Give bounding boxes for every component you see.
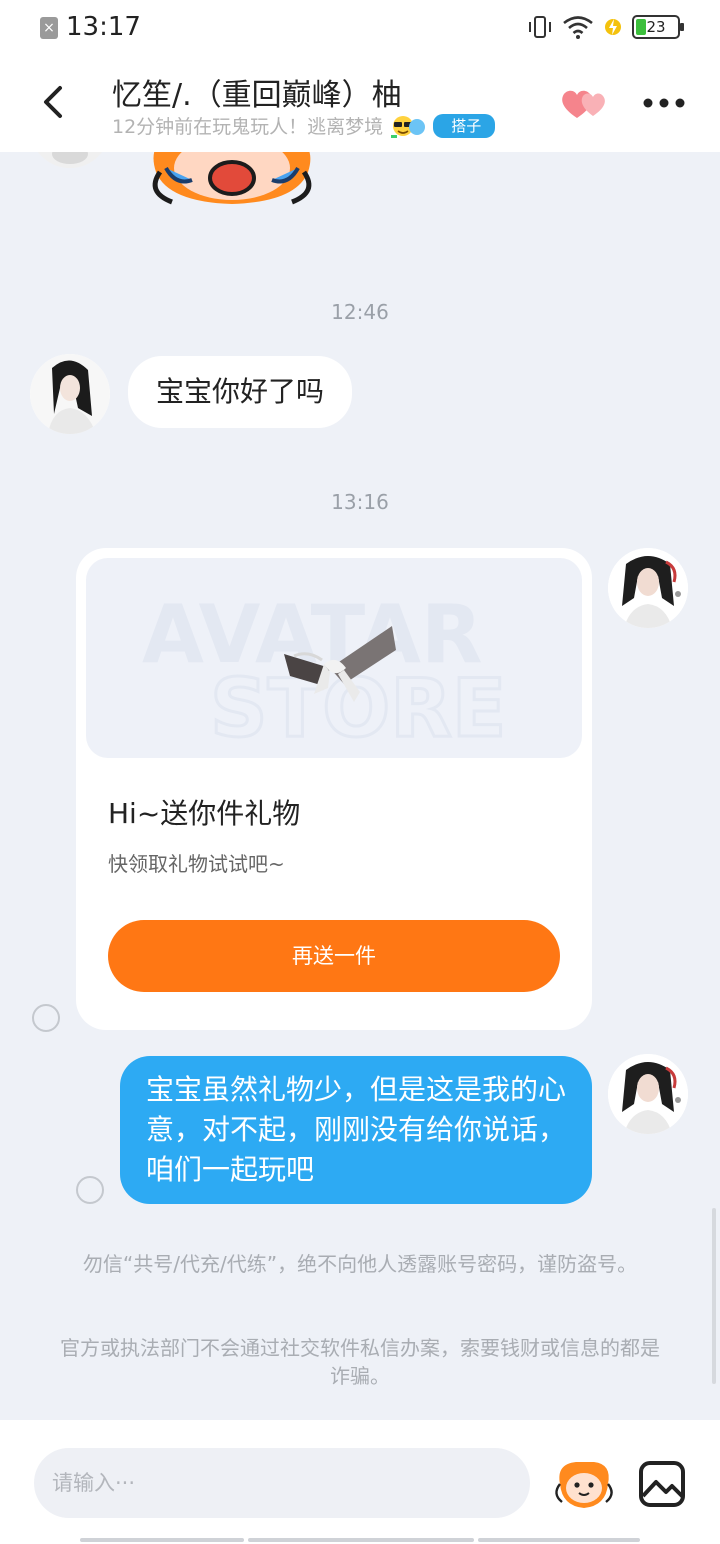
contact-status: 12分钟前在玩鬼玩人！逃离梦境 [112, 116, 384, 138]
back-arrow-icon[interactable] [36, 82, 72, 122]
select-radio[interactable] [76, 1176, 104, 1204]
avatar-image [30, 152, 110, 168]
status-icons: 23 [528, 14, 684, 40]
input-bar [0, 1420, 720, 1544]
gesture-bar [248, 1538, 474, 1542]
gesture-bar [80, 1538, 244, 1542]
user-avatar-image [608, 548, 688, 628]
sunglasses-emoji-icon [391, 115, 426, 138]
contact-name: 忆笙/.（重回巅峰）柚 [112, 78, 402, 113]
status-bar: × 13:17 23 [0, 0, 720, 56]
outgoing-message[interactable]: 宝宝虽然礼物少，但是这是我的心意，对不起，刚刚没有给你说话，咱们一起玩吧 [120, 1056, 592, 1204]
crying-sticker [152, 152, 312, 205]
more-icon[interactable] [642, 96, 686, 110]
contact-status-row: 12分钟前在玩鬼玩人！逃离梦境 搭子 [112, 112, 496, 139]
hearts-icon[interactable] [560, 86, 610, 122]
message-timestamp: 13:16 [331, 490, 389, 514]
contact-avatar-image [30, 354, 110, 434]
contact-avatar[interactable] [30, 152, 110, 168]
battery-level: 23 [646, 18, 666, 36]
avatar-store-watermark: AVATAR STORE [142, 588, 508, 757]
image-icon[interactable] [636, 1458, 688, 1510]
contact-avatar[interactable] [30, 354, 110, 434]
user-avatar-image [608, 1054, 688, 1134]
send-another-gift-button[interactable]: 再送一件 [108, 920, 560, 992]
partner-tag: 搭子 [433, 113, 496, 138]
gesture-bar [478, 1538, 640, 1542]
message-input[interactable] [34, 1448, 530, 1518]
gift-subtitle: 快领取礼物试试吧~ [108, 852, 285, 876]
wifi-icon [563, 16, 593, 39]
mascot-emoji-icon[interactable] [554, 1458, 614, 1510]
gift-card[interactable]: AVATAR STORE Hi~送你件礼物 快领取礼物试试吧~ 再送一件 [76, 548, 592, 1030]
incoming-message[interactable]: 宝宝你好了吗 [128, 356, 353, 428]
scrollbar[interactable] [712, 1208, 716, 1384]
chat-header: 忆笙/.（重回巅峰）柚 12分钟前在玩鬼玩人！逃离梦境 搭子 [0, 56, 720, 152]
status-time: 13:17 [66, 12, 141, 42]
select-radio[interactable] [32, 1004, 60, 1032]
chat-area[interactable]: 12:46 宝宝你好了吗 13:16 AVATAR STORE Hi~送你件礼物… [0, 152, 720, 1420]
watermark-line2: STORE [210, 662, 506, 755]
battery-icon: 23 [632, 15, 684, 39]
security-notice: 勿信“共号/代充/代练”，绝不向他人透露账号密码，谨防盗号。 [82, 1252, 638, 1276]
message-timestamp: 12:46 [331, 300, 389, 324]
notification-close-icon: × [40, 17, 58, 39]
fraud-notice: 官方或执法部门不会通过社交软件私信办案，索要钱财或信息的都是诈骗。 [60, 1336, 660, 1388]
gift-title: Hi~送你件礼物 [108, 797, 301, 830]
gift-image: AVATAR STORE [86, 558, 582, 758]
charging-icon [605, 19, 621, 35]
vibrate-icon [529, 16, 551, 38]
user-avatar[interactable] [608, 1054, 688, 1134]
user-avatar[interactable] [608, 548, 688, 628]
